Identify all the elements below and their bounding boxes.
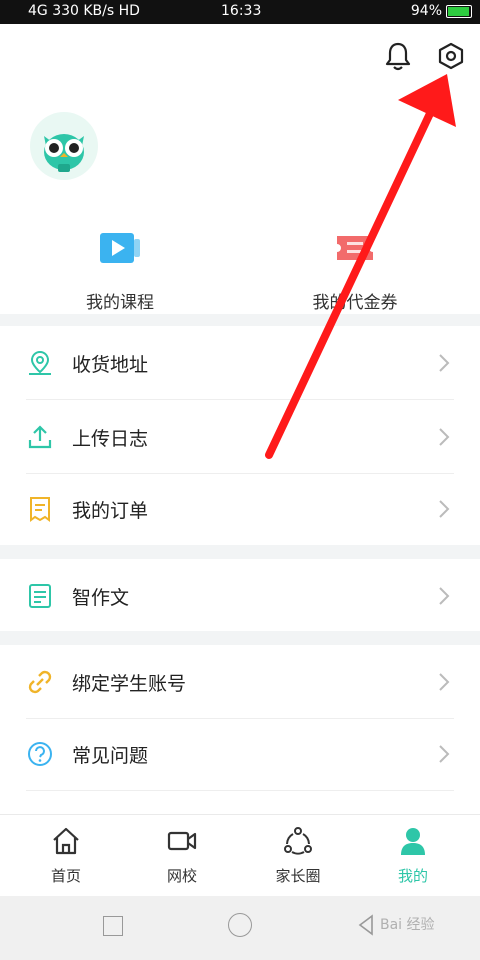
person-icon [401,828,425,855]
section-divider [0,631,480,645]
tab-mine[interactable]: 我的 [353,825,473,886]
bind-student-label: 绑定学生账号 [72,673,187,695]
location-pin-icon [29,350,51,375]
system-navigation-bar: Bai 经验 [0,896,480,960]
network-speed: 4G 330 KB/s HD [28,3,140,19]
battery-percent: 94% [410,3,442,19]
receipt-icon [30,497,50,522]
bell-icon[interactable] [380,38,416,74]
chevron-right-icon [439,745,450,763]
my-courses-label: 我的课程 [86,293,154,313]
ticket-icon [337,236,373,260]
tab-online-school[interactable]: 网校 [122,825,242,886]
chevron-right-icon [439,428,450,446]
menu-item-address[interactable]: 收货地址 [0,326,480,400]
orders-label: 我的订单 [72,500,149,522]
chevron-right-icon [439,673,450,691]
menu-item-orders[interactable]: 我的订单 [0,472,480,546]
avatar[interactable] [30,112,98,180]
status-bar: 4G 330 KB/s HD 16:33 94% [0,0,480,24]
community-icon [284,827,312,855]
menu-item-bind-student[interactable]: 绑定学生账号 [0,645,480,719]
tab-online-school-label: 网校 [166,867,197,885]
my-coupons-label: 我的代金券 [312,293,398,313]
document-icon [29,584,51,608]
faq-label: 常见问题 [72,745,149,767]
play-video-icon [100,233,140,263]
home-icon [53,827,79,855]
menu-item-faq[interactable]: 常见问题 [0,717,480,791]
video-camera-icon [167,831,197,851]
chevron-right-icon [439,587,450,605]
address-label: 收货地址 [72,354,149,376]
my-coupons-button[interactable]: 我的代金券 [265,228,445,313]
tab-parent-circle-label: 家长圈 [275,867,321,885]
clock: 16:33 [221,3,262,19]
tab-mine-label: 我的 [397,867,428,885]
home-button[interactable] [228,913,252,937]
section-divider [0,314,480,326]
chevron-right-icon [439,500,450,518]
question-circle-icon [28,742,52,766]
row-divider [26,790,454,791]
settings-icon[interactable] [433,38,469,74]
back-button-icon[interactable] [357,914,375,936]
watermark: Bai 经验 [380,917,435,933]
owl-avatar-icon [44,134,84,172]
chevron-right-icon [439,354,450,372]
link-icon [28,670,52,694]
tab-parent-circle[interactable]: 家长圈 [238,825,358,886]
recent-apps-button[interactable] [103,916,123,936]
my-courses-button[interactable]: 我的课程 [30,228,210,313]
tab-home[interactable]: 首页 [6,825,126,886]
menu-item-upload-log[interactable]: 上传日志 [0,400,480,474]
upload-log-label: 上传日志 [72,428,149,450]
bottom-tab-bar: 首页 网校 家长圈 我的 [0,814,480,896]
composition-label: 智作文 [72,587,130,609]
menu-item-composition[interactable]: 智作文 [0,559,480,633]
upload-icon [28,425,52,449]
tab-home-label: 首页 [50,867,81,885]
section-divider [0,545,480,559]
battery-icon [446,5,472,18]
